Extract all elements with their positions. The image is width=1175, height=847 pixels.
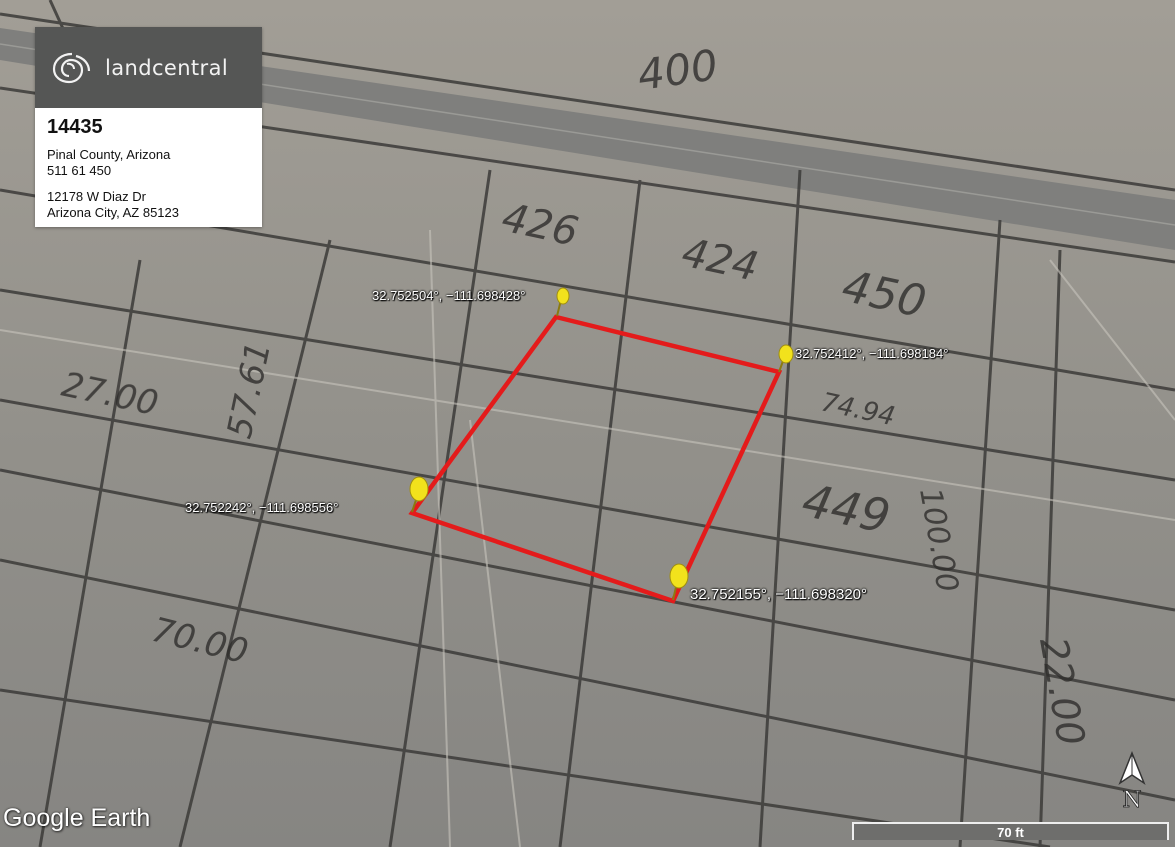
- compass-label: N: [1122, 788, 1141, 813]
- city-state-zip: Arizona City, AZ 85123: [47, 205, 179, 220]
- street-address: 12178 W Diaz Dr: [47, 189, 146, 204]
- corner-label-south: 32.752155°, −111.698320°: [690, 586, 868, 603]
- scale-bar: 70 ft: [852, 822, 1169, 840]
- corner-label-north: 32.752504°, −111.698428°: [372, 288, 526, 303]
- apn: 511 61 450: [47, 163, 112, 178]
- corner-label-east: 32.752412°, −111.698184°: [795, 346, 949, 361]
- google-earth-attribution: Google Earth: [3, 804, 151, 832]
- scale-label: 70 ft: [997, 824, 1024, 840]
- county: Pinal County, Arizona: [47, 147, 171, 162]
- landcentral-logo: landcentral: [35, 27, 262, 108]
- spiral-swirl-icon: [52, 52, 91, 83]
- compass[interactable]: N: [1116, 750, 1148, 813]
- parcel-id: 14435: [47, 116, 103, 138]
- brand-name: landcentral: [105, 55, 229, 80]
- parcel-info-card: landcentral 14435 Pinal County, Arizona …: [35, 27, 262, 227]
- corner-label-west: 32.752242°, −111.698556°: [185, 500, 339, 515]
- north-arrow-icon: N: [1118, 750, 1146, 813]
